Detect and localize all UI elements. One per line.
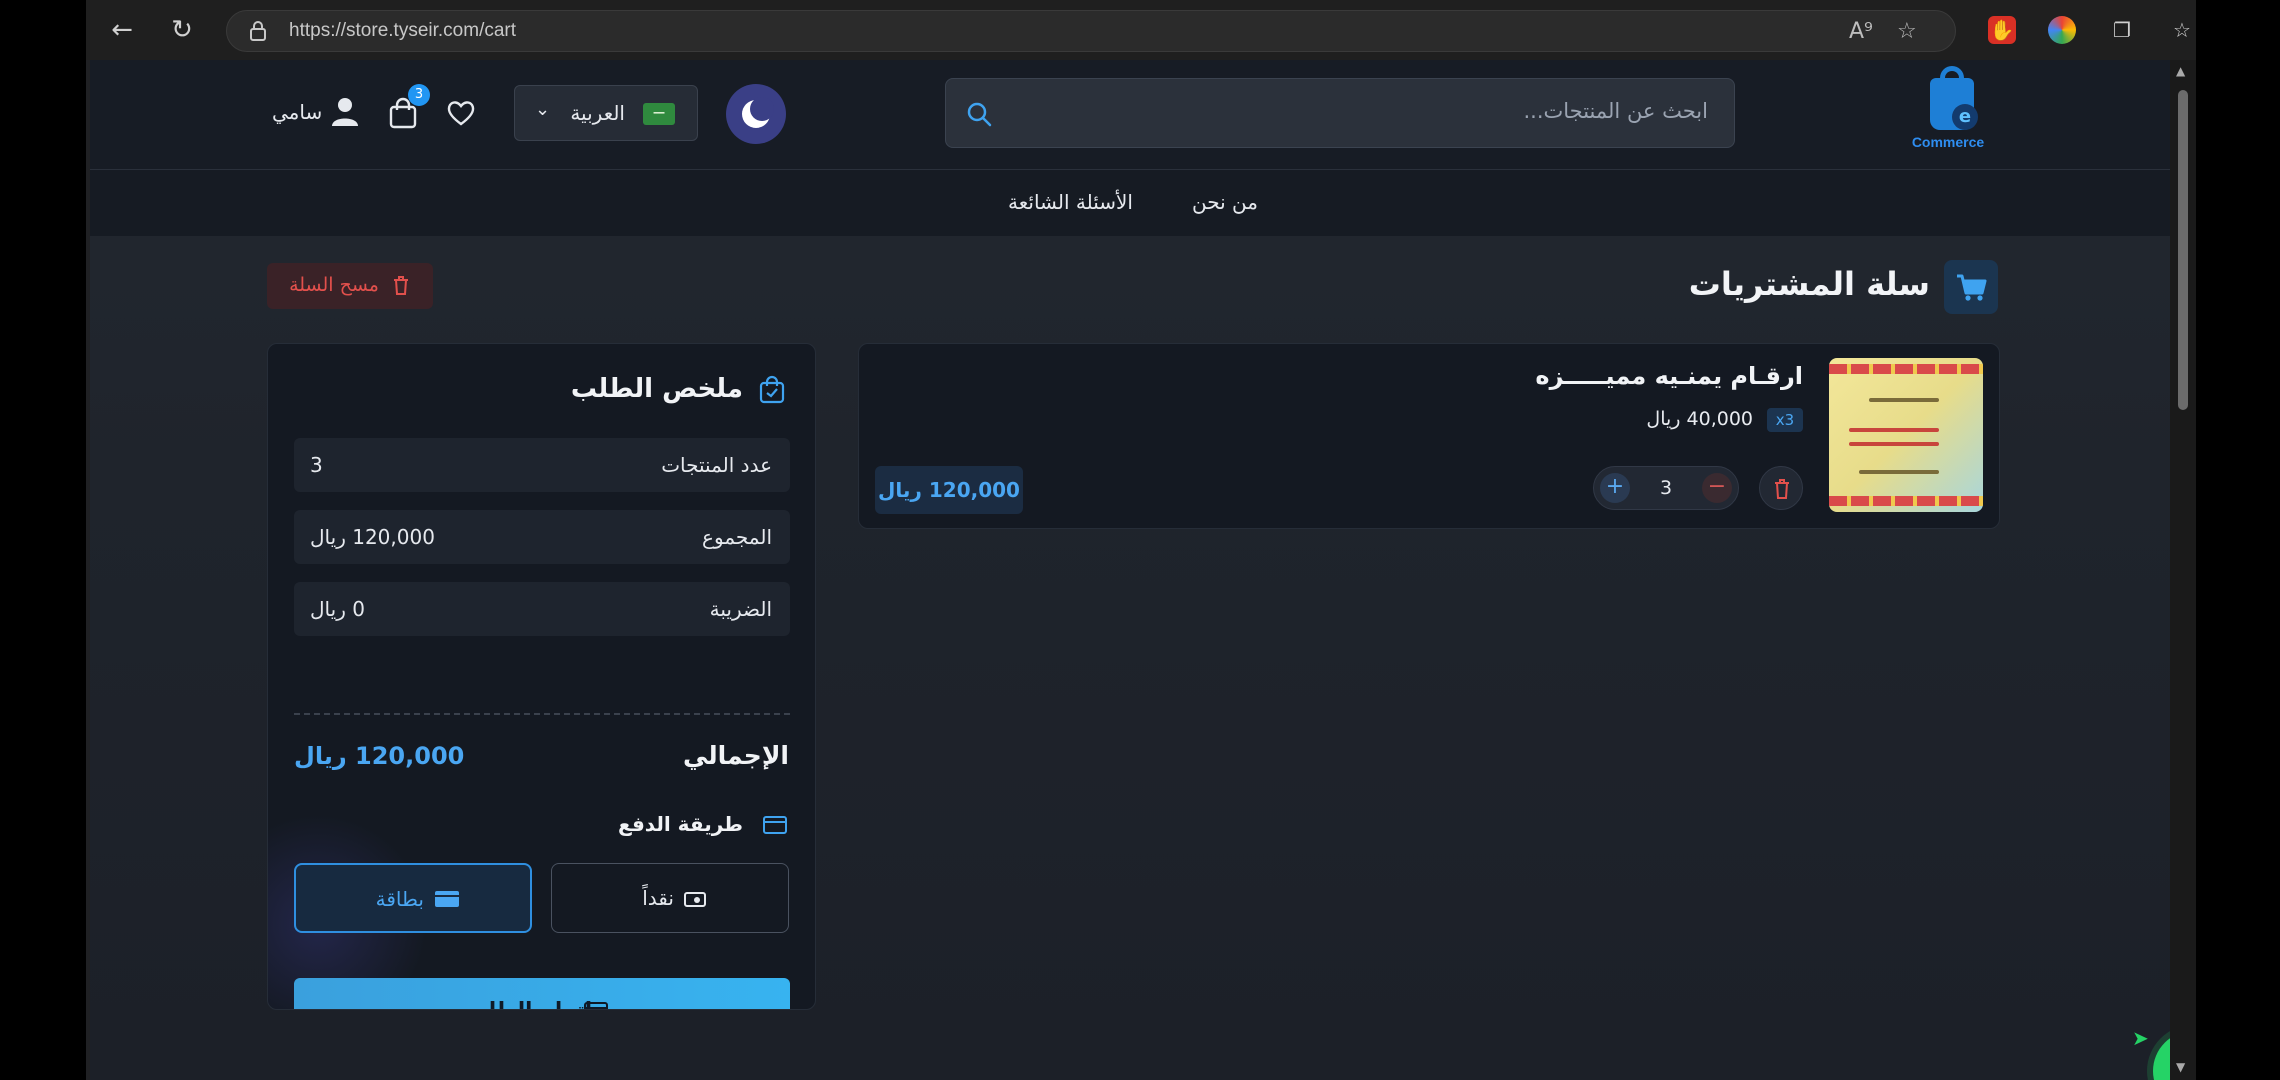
whatsapp-button[interactable] bbox=[2153, 1031, 2170, 1080]
summary-row-label: المجموع bbox=[702, 525, 772, 549]
summary-title: ملخص الطلب bbox=[570, 374, 743, 404]
language-select[interactable]: ━━ العربية ⌄ bbox=[514, 85, 698, 141]
summary-row-value: 3 bbox=[310, 453, 323, 477]
nav-about-link[interactable]: من نحن bbox=[1192, 190, 1258, 214]
nav-faq-link[interactable]: الأسئلة الشائعة bbox=[1008, 190, 1133, 214]
checkout-label: إتمام الطلب bbox=[466, 998, 593, 1010]
site-header: e Commerce ابحث عن المنتجات... ━━ العربي… bbox=[90, 60, 2170, 170]
product-image-text-line bbox=[1849, 428, 1939, 432]
trash-icon bbox=[1775, 479, 1789, 499]
product-image-text-line bbox=[1859, 470, 1939, 474]
summary-row-subtotal: المجموع 120,000 ريال bbox=[294, 510, 790, 564]
credit-card-icon bbox=[435, 891, 459, 907]
clear-cart-label: مسح السلة bbox=[289, 274, 379, 296]
search-placeholder: ابحث عن المنتجات... bbox=[1523, 99, 1708, 123]
search-input[interactable]: ابحث عن المنتجات... bbox=[945, 78, 1735, 148]
chevron-down-icon: ⌄ bbox=[535, 99, 551, 120]
moon-icon bbox=[742, 97, 774, 128]
quantity-value[interactable]: 3 bbox=[1654, 477, 1678, 499]
total-label: الإجمالي bbox=[682, 741, 789, 770]
cart-title-icon-box bbox=[1944, 260, 1998, 314]
product-image-text-line bbox=[1849, 442, 1939, 446]
product-name[interactable]: ارقـام يمنـيه مميـــــزه bbox=[1535, 362, 1803, 390]
page-content: e Commerce ابحث عن المنتجات... ━━ العربي… bbox=[90, 60, 2170, 1080]
wishlist-heart-icon[interactable] bbox=[444, 96, 478, 130]
product-image-strip-top bbox=[1829, 364, 1983, 374]
saudi-flag-icon: ━━ bbox=[643, 103, 675, 125]
lock-icon bbox=[250, 21, 266, 41]
page-title: سلة المشتريات bbox=[1688, 265, 1930, 303]
remove-item-button[interactable] bbox=[1759, 466, 1803, 510]
payment-cash-label: نقداً bbox=[642, 886, 674, 910]
quantity-tag: x3 bbox=[1767, 408, 1803, 432]
user-icon[interactable] bbox=[328, 94, 362, 128]
shopping-cart-icon bbox=[1957, 274, 1987, 301]
clear-cart-button[interactable]: مسح السلة bbox=[267, 263, 433, 309]
credit-card-icon bbox=[584, 1002, 608, 1009]
shopping-bag-check-icon bbox=[759, 375, 785, 404]
browser-toolbar: ← ↻ https://store.tyseir.com/cart A⁹ ☆ ✋… bbox=[86, 0, 2196, 60]
search-icon[interactable] bbox=[966, 101, 992, 127]
unit-price: 40,000 ريال bbox=[1646, 408, 1753, 430]
total-value: 120,000 ريال bbox=[294, 742, 465, 770]
summary-row-count: عدد المنتجات 3 bbox=[294, 438, 790, 492]
quantity-stepper[interactable]: − 3 + bbox=[1593, 466, 1739, 510]
logo-text: Commerce bbox=[1911, 134, 1985, 150]
scroll-down-arrow-icon[interactable]: ▼ bbox=[2176, 1060, 2185, 1074]
address-bar[interactable]: https://store.tyseir.com/cart A⁹ ☆ bbox=[226, 10, 1956, 52]
reload-icon[interactable]: ↻ bbox=[166, 14, 198, 46]
site-logo[interactable]: e Commerce bbox=[1900, 66, 1996, 158]
payment-card-button[interactable]: بطاقة bbox=[294, 863, 532, 933]
send-icon: ➤ bbox=[2132, 1026, 2149, 1050]
payment-card-label: بطاقة bbox=[375, 887, 424, 911]
order-summary: ملخص الطلب عدد المنتجات 3 المجموع 120,00… bbox=[267, 343, 816, 1010]
credit-card-icon bbox=[763, 816, 787, 834]
read-aloud-icon[interactable]: A⁹ bbox=[1849, 19, 1873, 44]
whatsapp-icon bbox=[2153, 1031, 2170, 1080]
summary-row-label: الضريبة bbox=[709, 597, 772, 621]
product-image-text-line bbox=[1869, 398, 1939, 402]
scroll-up-arrow-icon[interactable]: ▲ bbox=[2176, 64, 2185, 78]
product-image-strip-bottom bbox=[1829, 496, 1983, 506]
checkout-button[interactable]: إتمام الطلب bbox=[294, 978, 790, 1010]
payment-cash-button[interactable]: نقداً bbox=[551, 863, 789, 933]
increase-quantity-button[interactable]: + bbox=[1600, 473, 1630, 503]
cart-item: ارقـام يمنـيه مميـــــزه x3 40,000 ريال … bbox=[858, 343, 2000, 529]
favorites-icon[interactable]: ☆ bbox=[2168, 16, 2196, 44]
summary-row-tax: الضريبة 0 ريال bbox=[294, 582, 790, 636]
decrease-quantity-button[interactable]: − bbox=[1702, 473, 1732, 503]
line-total: 120,000 ريال bbox=[875, 466, 1023, 514]
url-text[interactable]: https://store.tyseir.com/cart bbox=[289, 20, 516, 42]
extensions-puzzle-icon[interactable]: ❐ bbox=[2108, 16, 2136, 44]
cart-count-badge: 3 bbox=[408, 84, 430, 106]
trash-icon bbox=[394, 276, 408, 295]
language-label: العربية bbox=[570, 101, 625, 125]
browser-window: ← ↻ https://store.tyseir.com/cart A⁹ ☆ ✋… bbox=[86, 0, 2196, 1080]
summary-row-value: 120,000 ريال bbox=[310, 525, 435, 549]
scrollbar-thumb[interactable] bbox=[2178, 90, 2188, 410]
extension-color-icon[interactable] bbox=[2048, 16, 2076, 44]
user-name[interactable]: سامي bbox=[272, 100, 322, 124]
back-icon[interactable]: ← bbox=[106, 14, 138, 46]
vertical-scrollbar[interactable]: ▲ ▼ bbox=[2170, 60, 2196, 1080]
extension-red-icon[interactable]: ✋ bbox=[1988, 16, 2016, 44]
payment-method-title: طريقة الدفع bbox=[618, 812, 743, 836]
theme-toggle-button[interactable] bbox=[726, 84, 786, 144]
summary-row-value: 0 ريال bbox=[310, 597, 365, 621]
logo-e-mark: e bbox=[1952, 104, 1978, 130]
summary-row-label: عدد المنتجات bbox=[661, 453, 772, 477]
secondary-nav: من نحن الأسئلة الشائعة bbox=[90, 170, 2170, 236]
summary-divider bbox=[294, 713, 790, 715]
favorite-star-icon[interactable]: ☆ bbox=[1897, 19, 1917, 44]
product-image[interactable] bbox=[1829, 358, 1983, 512]
cash-icon bbox=[684, 892, 706, 907]
